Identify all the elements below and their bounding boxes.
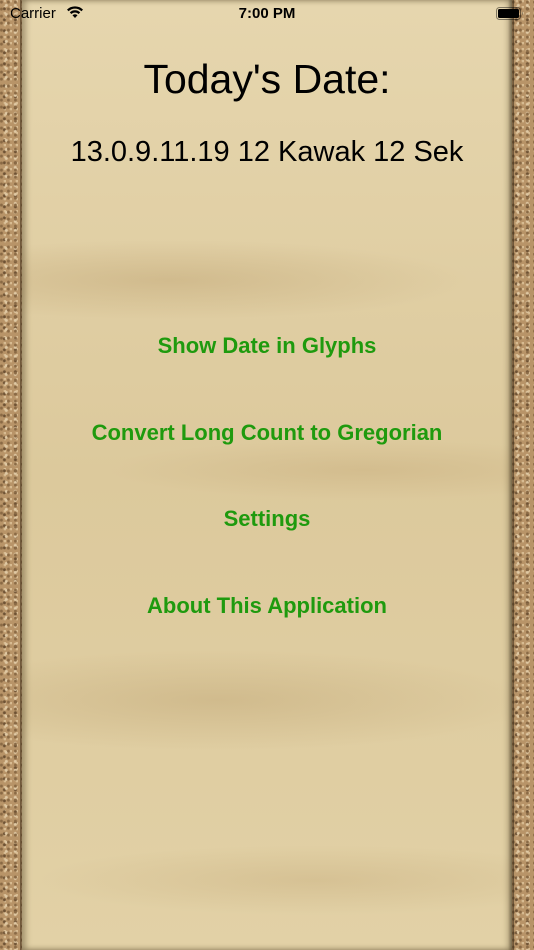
convert-long-count-button[interactable]: Convert Long Count to Gregorian [0,420,534,446]
show-glyphs-button[interactable]: Show Date in Glyphs [0,333,534,359]
app-screen: Carrier 7:00 PM Today's Date: 13.0.9.11.… [0,0,534,950]
settings-button[interactable]: Settings [0,506,534,532]
page-title: Today's Date: [143,56,391,102]
status-bar: Carrier 7:00 PM [0,0,534,30]
battery-icon [496,7,523,20]
status-time: 7:00 PM [238,5,296,22]
about-button[interactable]: About This Application [0,593,534,619]
mayan-date-value: 13.0.9.11.19 12 Kawak 12 Sek [70,136,464,168]
